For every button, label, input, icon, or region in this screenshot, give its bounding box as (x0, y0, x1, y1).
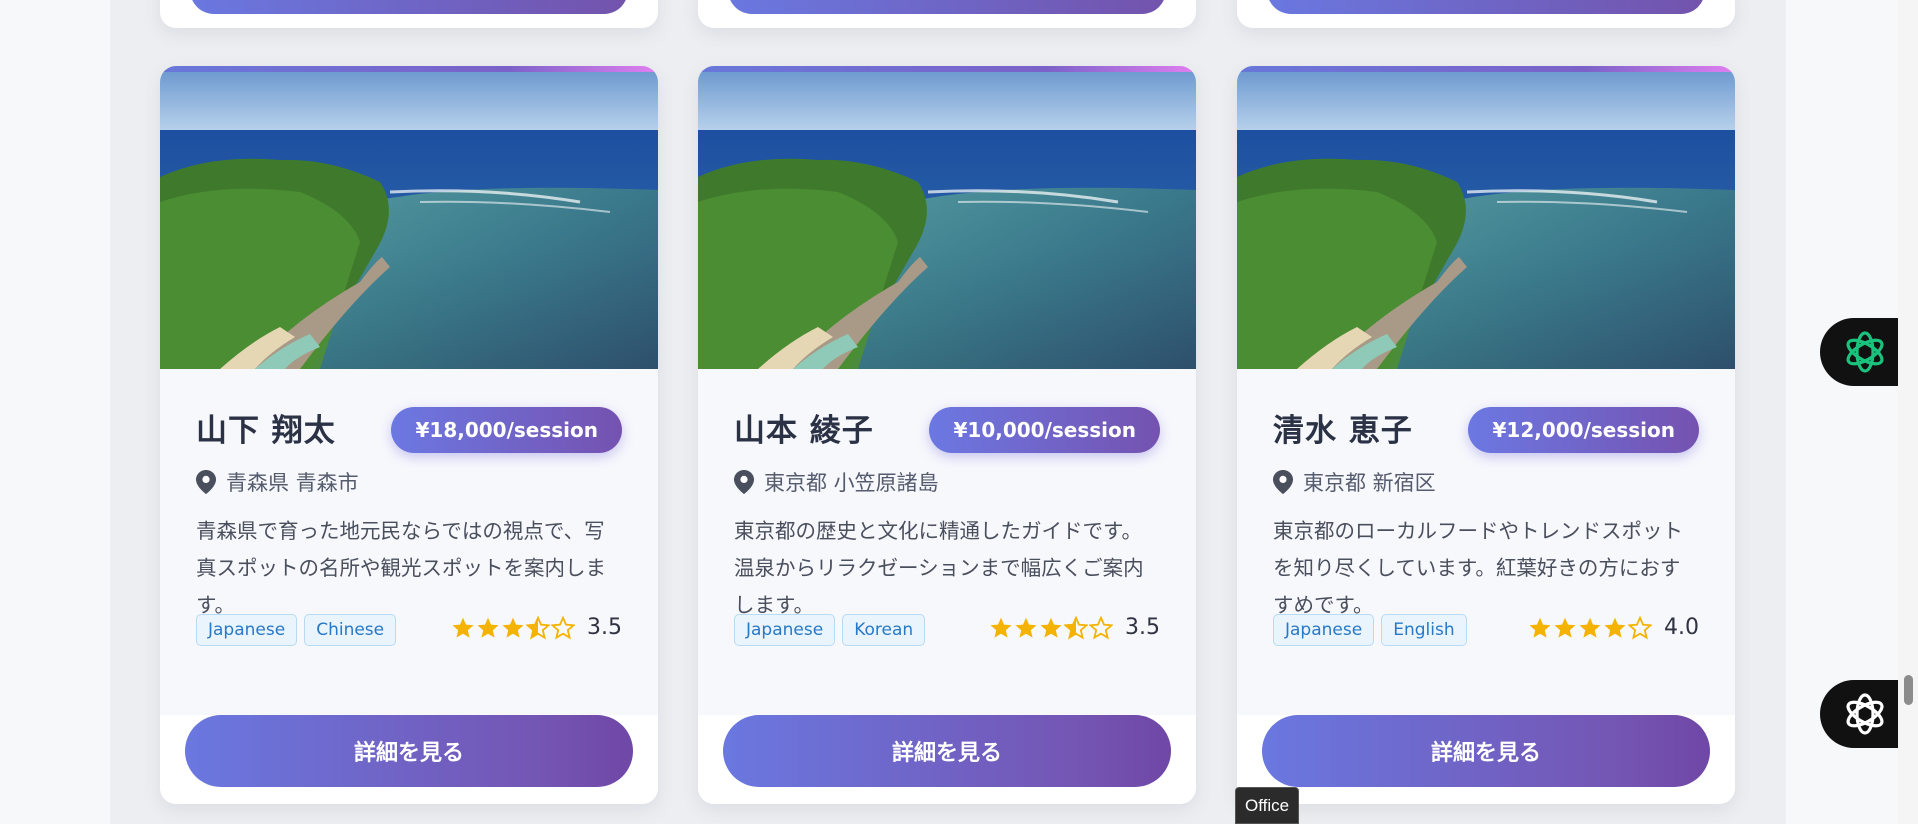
card-footer: 詳細を見る (160, 715, 658, 804)
rating-value: 3.5 (587, 615, 622, 640)
scrollbar-thumb[interactable] (1904, 675, 1913, 705)
location: 東京都 小笠原諸島 (734, 467, 939, 497)
detail-button[interactable]: 詳細を見る (723, 715, 1171, 787)
map-pin-icon (1273, 470, 1293, 494)
rating-value: 4.0 (1664, 615, 1699, 640)
guide-card-previous (160, 0, 658, 28)
map-pin-icon (196, 470, 216, 494)
guide-card[interactable]: 山下 翔太 ¥18,000/session 青森県 青森市 青森県で育った地元民… (160, 66, 658, 804)
detail-button[interactable]: 詳細を見る (185, 715, 633, 787)
guide-card[interactable]: 山本 綾子 ¥10,000/session 東京都 小笠原諸島 東京都の歴史と文… (698, 66, 1196, 804)
openai-logo-icon (1846, 331, 1884, 373)
guide-name: 清水 恵子 (1273, 413, 1413, 449)
star-icon (1015, 617, 1037, 638)
language-tag: Chinese (304, 614, 397, 646)
price-badge: ¥10,000/session (929, 407, 1160, 453)
language-tags: Japanese Chinese (196, 614, 397, 646)
detail-button[interactable] (728, 0, 1166, 14)
star-icon (477, 617, 499, 638)
rating: 3.5 (451, 615, 622, 640)
star-icon (1628, 615, 1652, 639)
language-tags: Japanese Korean (734, 614, 926, 646)
price-badge: ¥12,000/session (1468, 407, 1699, 453)
detail-button[interactable]: 詳細を見る (1262, 715, 1710, 787)
star-icon (526, 615, 550, 639)
detail-button[interactable] (190, 0, 628, 14)
language-tag: Japanese (1273, 614, 1375, 646)
language-tags: Japanese English (1273, 614, 1467, 646)
star-rating (1528, 615, 1652, 640)
star-icon (1554, 617, 1576, 638)
star-icon (1529, 617, 1551, 638)
guide-description: 東京都の歴史と文化に精通したガイドです。温泉からリラクゼーションまで幅広くご案内… (734, 519, 1144, 617)
guide-card[interactable]: 清水 恵子 ¥12,000/session 東京都 新宿区 東京都のローカルフー… (1237, 66, 1735, 804)
language-tag: Japanese (196, 614, 298, 646)
guide-card-previous (698, 0, 1196, 28)
star-icon (1040, 617, 1062, 638)
location-text: 東京都 新宿区 (1303, 471, 1436, 495)
rating: 4.0 (1528, 615, 1699, 640)
location: 青森県 青森市 (196, 467, 359, 497)
card-footer: 詳細を見る (698, 715, 1196, 804)
star-icon (1064, 615, 1088, 639)
star-rating (989, 615, 1113, 640)
guide-photo (698, 72, 1196, 369)
star-icon (452, 617, 474, 638)
location: 東京都 新宿区 (1273, 467, 1436, 497)
star-icon (551, 615, 575, 639)
tooltip: Office (1235, 787, 1300, 824)
price-badge: ¥18,000/session (391, 407, 622, 453)
rating-value: 3.5 (1125, 615, 1160, 640)
guide-description: 青森県で育った地元民ならではの視点で、写真スポットの名所や観光スポットを案内しま… (196, 519, 606, 617)
location-text: 青森県 青森市 (226, 471, 359, 495)
language-tag: Korean (842, 614, 926, 646)
star-icon (502, 617, 524, 638)
guide-name: 山下 翔太 (196, 413, 336, 449)
guide-name: 山本 綾子 (734, 413, 874, 449)
card-footer: 詳細を見る (1237, 715, 1735, 804)
guide-photo (160, 72, 658, 369)
map-pin-icon (734, 470, 754, 494)
rating: 3.5 (989, 615, 1160, 640)
guide-listing-area: 山下 翔太 ¥18,000/session 青森県 青森市 青森県で育った地元民… (110, 0, 1786, 824)
star-icon (1579, 617, 1601, 638)
star-icon (1604, 617, 1626, 638)
language-tag: English (1381, 614, 1467, 646)
openai-logo-icon (1846, 693, 1884, 735)
star-icon (990, 617, 1012, 638)
guide-card-previous (1237, 0, 1735, 28)
location-text: 東京都 小笠原諸島 (764, 471, 939, 495)
star-icon (1089, 615, 1113, 639)
guide-photo (1237, 72, 1735, 369)
guide-description: 東京都のローカルフードやトレンドスポットを知り尽くしています。紅葉好きの方におす… (1273, 519, 1683, 617)
detail-button[interactable] (1267, 0, 1705, 14)
language-tag: Japanese (734, 614, 836, 646)
star-rating (451, 615, 575, 640)
